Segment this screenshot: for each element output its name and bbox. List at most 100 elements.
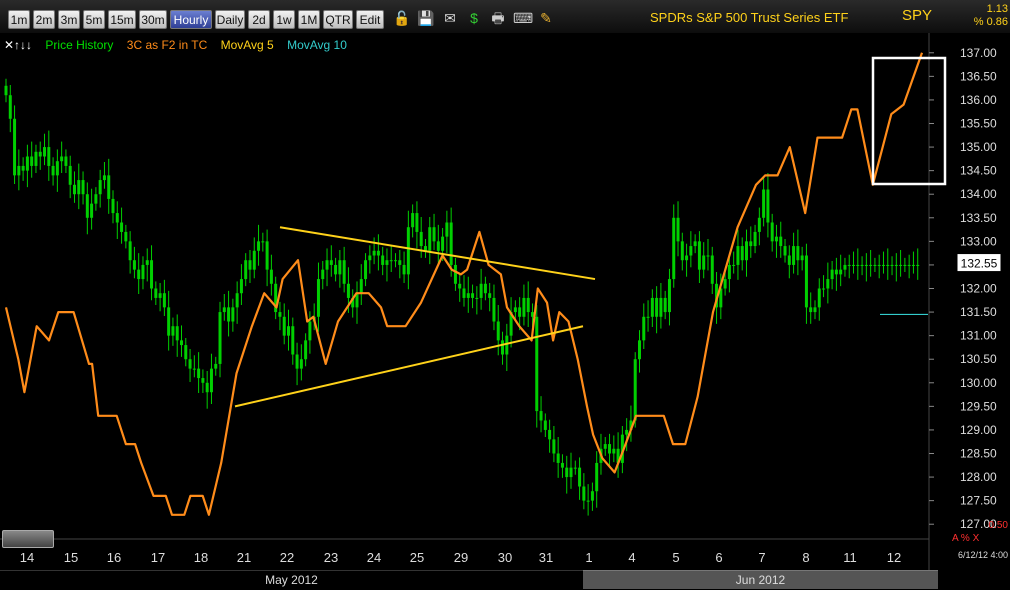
- x-tick-label: 18: [194, 550, 208, 565]
- last-bar-date: 6/12/12 4:00: [957, 550, 1008, 560]
- x-tick-label: 17: [151, 550, 165, 565]
- price-candle: [415, 213, 419, 232]
- timeframe-button-30m[interactable]: 30m: [139, 10, 167, 29]
- toolbar: 1m 2m 3m 5m 15m 30m Hourly Daily 2d 1w 1M QTR Edit 🔓…: [0, 0, 1010, 33]
- price-candle: [197, 368, 201, 379]
- price-candle: [826, 279, 830, 289]
- x-tick-label: 31: [539, 550, 553, 565]
- month-label-jun: Jun 2012: [583, 570, 938, 589]
- price-candle: [304, 340, 308, 360]
- email-icon[interactable]: ✉: [441, 9, 459, 27]
- price-candle: [800, 255, 804, 261]
- price-candle: [94, 194, 98, 204]
- price-candle: [856, 264, 860, 266]
- timeframe-button-qtr[interactable]: QTR: [323, 10, 353, 29]
- price-candle: [55, 161, 59, 176]
- timeframe-button-1m[interactable]: 1m: [8, 10, 30, 29]
- price-candle: [141, 264, 145, 280]
- price-candle: [81, 180, 85, 195]
- x-tick-label: 29: [454, 550, 468, 565]
- price-candle: [295, 354, 299, 369]
- price-candle: [184, 345, 188, 360]
- price-candle: [522, 297, 526, 317]
- price-candle: [483, 283, 487, 294]
- price-candle: [462, 288, 466, 298]
- save-icon[interactable]: 💾: [417, 9, 435, 27]
- timeframe-button-2m[interactable]: 2m: [33, 10, 55, 29]
- price-candle: [535, 316, 539, 412]
- lock-icon[interactable]: 🔓: [393, 9, 411, 27]
- dollar-icon[interactable]: $: [465, 9, 483, 27]
- price-candle: [167, 307, 171, 336]
- price-candle: [68, 165, 72, 185]
- y-tick-label: 128.50: [960, 447, 997, 461]
- timeframe-button-hourly[interactable]: Hourly: [170, 10, 212, 29]
- price-candle: [513, 307, 517, 313]
- price-candle: [573, 467, 577, 469]
- price-candle: [903, 264, 907, 266]
- timeframe-button-daily[interactable]: Daily: [215, 10, 245, 29]
- price-candle: [428, 227, 432, 251]
- price-candle: [642, 316, 646, 341]
- keyboard-icon[interactable]: ⌨: [513, 9, 533, 27]
- alert-controls[interactable]: A % X: [952, 533, 979, 544]
- timeframe-button-2d[interactable]: 2d: [248, 10, 270, 29]
- chart-scroll-handle[interactable]: [2, 530, 54, 548]
- price-candle: [471, 293, 475, 298]
- price-candle: [680, 241, 684, 261]
- price-candle: [543, 420, 547, 430]
- price-candle: [864, 264, 868, 266]
- price-candle: [813, 307, 817, 313]
- price-candle: [663, 297, 667, 313]
- price-candle: [282, 316, 286, 336]
- price-candle: [38, 151, 42, 157]
- price-candle: [625, 429, 629, 435]
- price-candle: [847, 264, 851, 266]
- price-candle: [342, 260, 346, 284]
- price-candle: [637, 340, 641, 360]
- price-candle: [526, 297, 530, 313]
- y-tick-label: 129.00: [960, 423, 997, 437]
- price-candle: [21, 165, 25, 171]
- price-candle: [659, 297, 663, 317]
- price-candle: [4, 85, 8, 96]
- price-candle: [316, 279, 320, 317]
- price-candle: [34, 151, 38, 166]
- security-title: SPDRs S&P 500 Trust Series ETF: [650, 10, 849, 25]
- price-chart[interactable]: 137.00 136.50 136.00 135.50 135.00 134.50 134.…: [0, 33, 1010, 570]
- price-candle: [77, 180, 81, 195]
- price-candle: [209, 368, 213, 393]
- price-candle: [907, 264, 911, 266]
- price-candle: [98, 180, 102, 195]
- price-candle: [436, 241, 440, 251]
- timeframe-button-edit[interactable]: Edit: [356, 10, 384, 29]
- print-icon[interactable]: 🖶: [489, 9, 507, 27]
- price-candle: [334, 264, 338, 275]
- pencil-icon[interactable]: ✎: [537, 9, 555, 27]
- timeframe-button-5m[interactable]: 5m: [83, 10, 105, 29]
- price-candle: [381, 255, 385, 265]
- timeframe-button-1w[interactable]: 1w: [273, 10, 295, 29]
- price-candle: [586, 500, 590, 502]
- price-candle: [830, 269, 834, 280]
- price-candle: [269, 269, 273, 284]
- timeframe-button-15m[interactable]: 15m: [108, 10, 136, 29]
- price-candle: [766, 189, 770, 223]
- price-candle: [411, 213, 415, 228]
- timeframe-button-1m[interactable]: 1M: [298, 10, 320, 29]
- x-tick-label: 8: [802, 550, 809, 565]
- price-candle: [449, 222, 453, 265]
- price-candle: [894, 264, 898, 266]
- price-candle: [860, 264, 864, 266]
- y-tick-label: 130.00: [960, 376, 997, 390]
- price-candle: [329, 260, 333, 265]
- price-history-series: [4, 78, 920, 516]
- y-tick-label: 131.50: [960, 305, 997, 319]
- price-candle: [235, 293, 239, 308]
- timeframe-button-3m[interactable]: 3m: [58, 10, 80, 29]
- price-candle: [479, 283, 483, 298]
- price-candle: [17, 165, 21, 176]
- price-candle: [13, 118, 17, 176]
- y-tick-label: 130.50: [960, 352, 997, 366]
- price-candle: [145, 260, 149, 265]
